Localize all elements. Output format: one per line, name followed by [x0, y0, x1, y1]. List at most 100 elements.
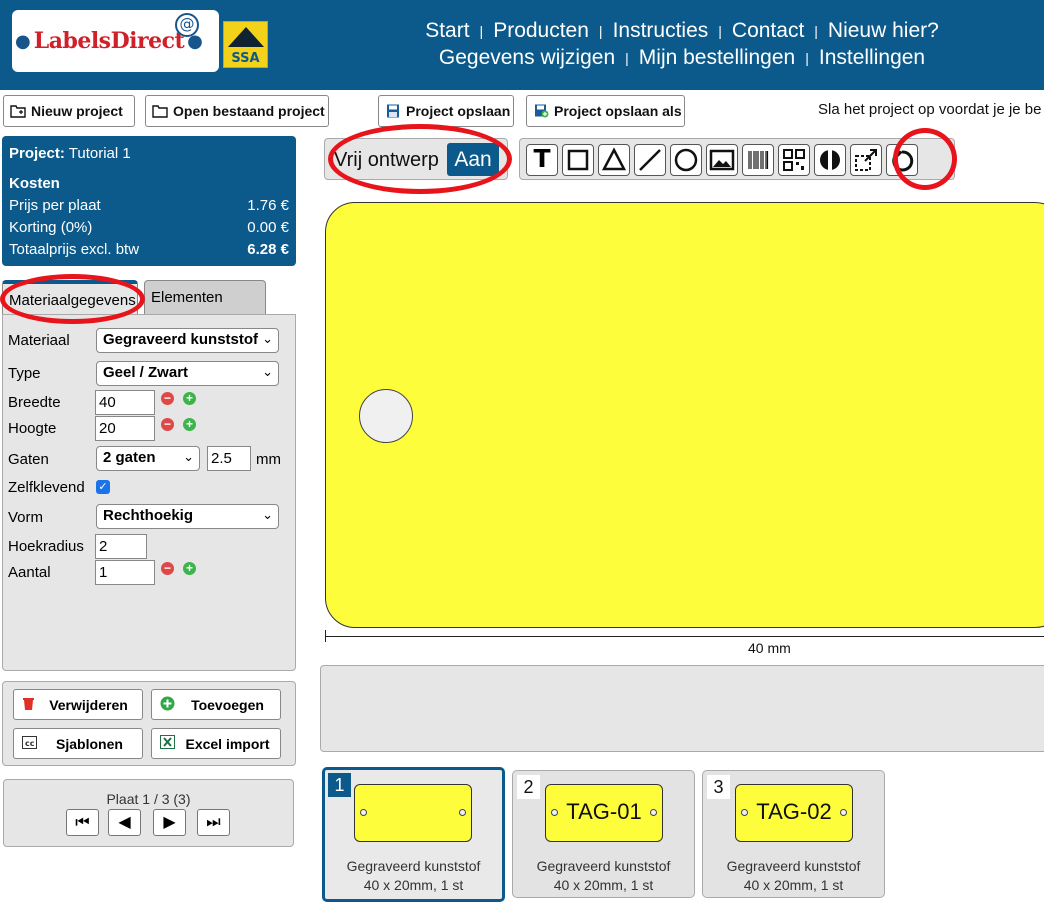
height-label: Hoogte — [8, 420, 57, 437]
nav-producten[interactable]: Producten — [493, 19, 589, 42]
circle-tool-button[interactable] — [670, 144, 702, 176]
adhesive-checkbox[interactable]: ✓ — [96, 480, 110, 494]
next-page-button[interactable]: ▶ — [153, 809, 186, 836]
corner-radius-label: Hoekradius — [8, 538, 84, 555]
nav-separator: | — [805, 50, 809, 66]
hole-size-input[interactable]: 2.5 — [207, 446, 251, 471]
width-increase-icon[interactable]: + — [183, 392, 196, 405]
thumbnail-material: Gegraveerd kunststof — [346, 858, 481, 874]
chevron-down-icon: ⌄ — [262, 507, 273, 522]
label-canvas[interactable] — [325, 202, 1044, 628]
thumbnail-size: 40 x 20mm, 1 st — [363, 877, 464, 893]
rectangle-tool-button[interactable] — [562, 144, 594, 176]
count-increase-icon[interactable]: + — [183, 562, 196, 575]
text-icon: T — [533, 144, 551, 173]
line-tool-button[interactable] — [634, 144, 666, 176]
tab-elementen[interactable]: Elementen — [144, 280, 266, 316]
nav-gegevens-wijzigen[interactable]: Gegevens wijzigen — [439, 46, 615, 69]
tag-text: TAG-01 — [566, 799, 642, 824]
symbol-icon — [820, 149, 840, 171]
count-decrease-icon[interactable]: − — [161, 562, 174, 575]
delete-button[interactable]: Verwijderen — [13, 689, 143, 720]
plate-thumbnail[interactable]: 3 TAG-02 Gegraveerd kunststof 40 x 20mm,… — [702, 770, 885, 898]
holes-label: Gaten — [8, 451, 49, 468]
plate-thumbnail[interactable]: 1 Gegraveerd kunststof 40 x 20mm, 1 st — [322, 767, 505, 902]
nav-nieuw-hier[interactable]: Nieuw hier? — [828, 19, 939, 42]
cost-row: Prijs per plaat 1.76 € — [9, 195, 289, 217]
save-project-as-button[interactable]: Project opslaan als — [526, 95, 685, 127]
site-header: ● LabelsDirect ● @ SSA Start | Producten | I… — [0, 0, 1044, 90]
shape-select[interactable]: Rechthoekig ⌄ — [96, 504, 279, 529]
holes-select[interactable]: 2 gaten ⌄ — [96, 446, 200, 471]
nav-separator: | — [814, 23, 818, 39]
type-select[interactable]: Geel / Zwart ⌄ — [96, 361, 279, 386]
height-input[interactable]: 20 — [95, 416, 155, 441]
plate-thumbnail[interactable]: 2 TAG-01 Gegraveerd kunststof 40 x 20mm,… — [512, 770, 695, 898]
image-tool-button[interactable] — [706, 144, 738, 176]
open-project-label: Open bestaand project — [173, 103, 325, 119]
barcode-tool-button[interactable] — [742, 144, 774, 176]
save-as-icon — [533, 104, 549, 118]
thumbnail-size: 40 x 20mm, 1 st — [743, 877, 844, 893]
width-decrease-icon[interactable]: − — [161, 392, 174, 405]
text-tool-button[interactable]: T — [526, 144, 558, 176]
tag-hole — [360, 809, 367, 816]
annotation-ring-free-design — [328, 124, 512, 194]
nav-start[interactable]: Start — [425, 19, 469, 42]
templates-button[interactable]: cc Sjablonen — [13, 728, 143, 759]
qr-code-tool-button[interactable] — [778, 144, 810, 176]
nav-contact[interactable]: Contact — [732, 19, 804, 42]
thumbnail-size: 40 x 20mm, 1 st — [553, 877, 654, 893]
nav-mijn-bestellingen[interactable]: Mijn bestellingen — [639, 46, 795, 69]
save-project-button[interactable]: Project opslaan — [378, 95, 514, 127]
prev-page-button[interactable]: ◀ — [108, 809, 141, 836]
cost-value: 0.00 € — [247, 219, 289, 236]
annotation-ring-materiaal-tab — [0, 274, 145, 324]
skip-last-icon: ⏭ — [206, 814, 221, 831]
height-decrease-icon[interactable]: − — [161, 418, 174, 431]
design-tools: T — [519, 138, 955, 180]
nav-separator: | — [598, 23, 603, 39]
adhesive-label: Zelfklevend — [8, 479, 85, 496]
triangle-tool-button[interactable] — [598, 144, 630, 176]
line-icon — [639, 149, 661, 171]
width-label: Breedte — [8, 394, 61, 411]
last-page-button[interactable]: ⏭ — [197, 809, 230, 836]
nav-instructies[interactable]: Instructies — [613, 19, 709, 42]
triangle-icon — [601, 147, 627, 171]
add-button[interactable]: Toevoegen — [151, 689, 281, 720]
rectangle-icon — [567, 149, 589, 171]
svg-text:cc: cc — [25, 739, 35, 748]
first-page-button[interactable]: ⏮ — [66, 809, 99, 836]
count-input[interactable]: 1 — [95, 560, 155, 585]
thumbnail-tag: TAG-01 — [545, 784, 663, 842]
thumbnail-tag — [354, 784, 472, 842]
labelsdirect-logo[interactable]: ● LabelsDirect ● @ — [12, 10, 219, 72]
corner-radius-input[interactable]: 2 — [95, 534, 147, 559]
cost-label: Korting (0%) — [9, 219, 93, 236]
logo-text: LabelsDirect — [33, 28, 185, 54]
open-project-button[interactable]: Open bestaand project — [145, 95, 329, 127]
nav-row-1: Start | Producten | Instructies | Contact | Nieu… — [348, 18, 1016, 45]
new-project-button[interactable]: Nieuw project — [3, 95, 135, 127]
excel-import-button[interactable]: Excel import — [151, 728, 281, 759]
template-icon: cc — [22, 735, 37, 752]
resize-tool-button[interactable] — [850, 144, 882, 176]
ssa-text: SSA — [231, 51, 260, 66]
nav-instellingen[interactable]: Instellingen — [819, 46, 925, 69]
thumbnail-tag: TAG-02 — [735, 784, 853, 842]
material-select[interactable]: Gegraveerd kunststof ⌄ — [96, 328, 279, 353]
width-input[interactable]: 40 — [95, 390, 155, 415]
save-icon — [385, 104, 401, 118]
project-summary-panel: Project: Tutorial 1 Kosten Prijs per pla… — [2, 136, 296, 266]
height-increase-icon[interactable]: + — [183, 418, 196, 431]
plate-number: 1 — [328, 773, 351, 797]
plate-counter: Plaat 1 / 3 (3) — [106, 791, 191, 807]
cost-value: 1.76 € — [247, 197, 289, 214]
nav-separator: | — [718, 23, 722, 39]
type-label: Type — [8, 365, 41, 382]
circle-icon — [674, 148, 698, 172]
symbol-tool-button[interactable] — [814, 144, 846, 176]
tag-hole — [459, 809, 466, 816]
width-dimension: 40 mm — [748, 640, 791, 656]
